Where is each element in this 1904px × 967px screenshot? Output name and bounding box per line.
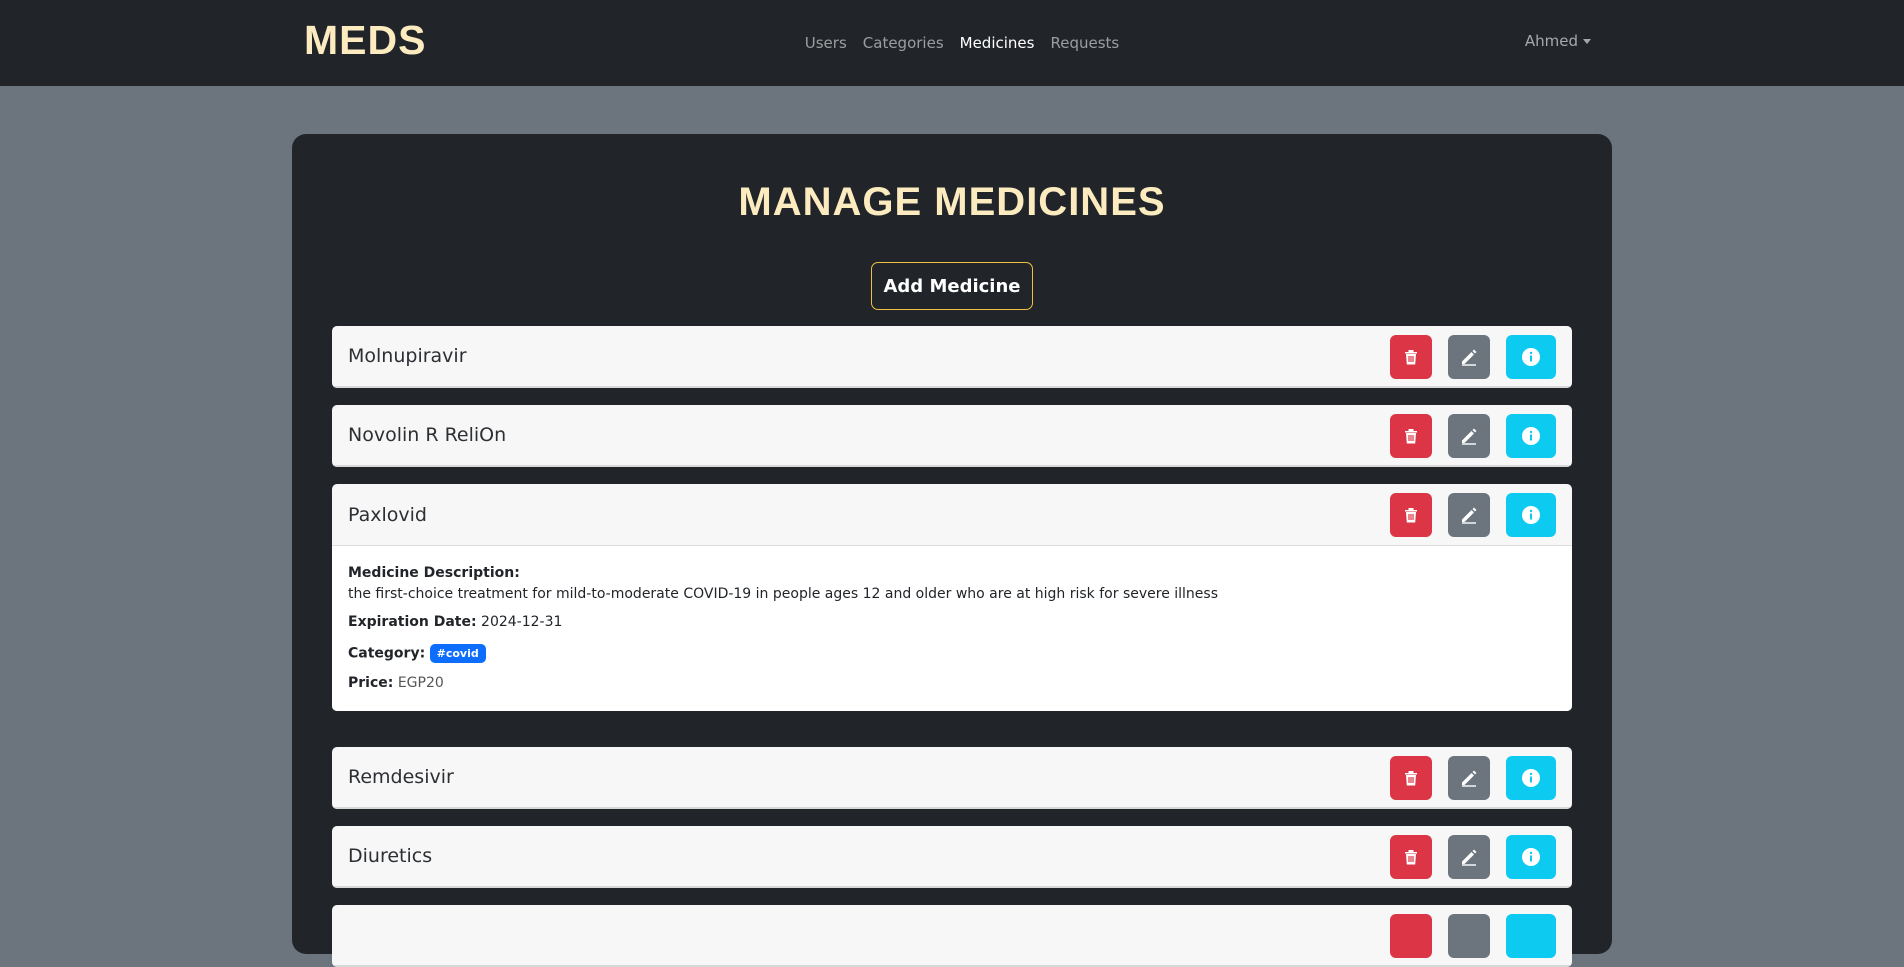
expiration-label: Expiration Date: xyxy=(348,614,477,630)
medicine-actions xyxy=(1390,835,1556,879)
medicine-header[interactable]: Diuretics xyxy=(332,826,1572,888)
description-text: the first-choice treatment for mild-to-m… xyxy=(348,586,1219,602)
edit-button[interactable] xyxy=(1448,835,1490,879)
medicine-item-expanded: Paxlovid Medicine Description: the first… xyxy=(332,484,1572,711)
medicine-item: Remdesivir xyxy=(332,747,1572,809)
description-label: Medicine Description: xyxy=(348,565,520,581)
caret-down-icon xyxy=(1583,38,1591,44)
price-row: Price: EGP20 xyxy=(348,675,1556,691)
info-icon xyxy=(1522,506,1540,524)
nav-links: Users Categories Medicines Requests xyxy=(0,0,1904,86)
medicine-name: Molnupiravir xyxy=(348,345,467,367)
pencil-icon xyxy=(1462,849,1477,866)
user-dropdown[interactable]: Ahmed xyxy=(1525,32,1591,50)
category-badge: #covid xyxy=(429,644,486,663)
delete-button[interactable] xyxy=(1390,835,1432,879)
info-icon xyxy=(1522,769,1540,787)
nav-link-requests[interactable]: Requests xyxy=(1050,34,1119,52)
info-button[interactable] xyxy=(1506,493,1556,537)
pencil-icon xyxy=(1462,770,1477,787)
delete-button[interactable] xyxy=(1390,335,1432,379)
medicine-name: Remdesivir xyxy=(348,766,454,788)
medicine-item: Molnupiravir xyxy=(332,326,1572,388)
delete-button[interactable] xyxy=(1390,756,1432,800)
medicine-actions xyxy=(1390,914,1556,958)
category-row: Category: #covid xyxy=(348,644,1556,663)
medicine-item: Diuretics xyxy=(332,826,1572,888)
category-label: Category: xyxy=(348,645,426,662)
pencil-icon xyxy=(1462,428,1477,445)
info-button[interactable] xyxy=(1506,414,1556,458)
medicine-actions xyxy=(1390,493,1556,537)
nav-link-categories[interactable]: Categories xyxy=(863,34,944,52)
info-icon xyxy=(1522,427,1540,445)
price-value: EGP20 xyxy=(397,675,444,691)
info-icon xyxy=(1522,348,1540,366)
delete-button[interactable] xyxy=(1390,493,1432,537)
edit-button[interactable] xyxy=(1448,335,1490,379)
price-label: Price: xyxy=(348,675,394,691)
medicine-name: Paxlovid xyxy=(348,503,427,526)
medicine-header[interactable]: Paxlovid xyxy=(332,484,1572,546)
delete-button[interactable] xyxy=(1390,414,1432,458)
medicine-name: Diuretics xyxy=(348,845,433,867)
edit-button[interactable] xyxy=(1448,914,1490,958)
description-row: Medicine Description: the first-choice t… xyxy=(348,565,1556,602)
expiration-value: 2024-12-31 xyxy=(481,614,563,630)
navbar: MEDS Users Categories Medicines Requests… xyxy=(0,0,1904,86)
trash-icon xyxy=(1405,771,1417,786)
medicine-actions xyxy=(1390,335,1556,379)
info-button[interactable] xyxy=(1506,756,1556,800)
edit-button[interactable] xyxy=(1448,756,1490,800)
info-button[interactable] xyxy=(1506,335,1556,379)
medicine-name: Novolin R ReliOn xyxy=(348,424,507,446)
medicine-header[interactable] xyxy=(332,905,1572,967)
info-icon xyxy=(1522,848,1540,866)
pencil-icon xyxy=(1462,507,1477,524)
add-medicine-button[interactable]: Add Medicine xyxy=(871,262,1033,310)
trash-icon xyxy=(1405,429,1417,444)
delete-button[interactable] xyxy=(1390,914,1432,958)
trash-icon xyxy=(1405,508,1417,523)
medicine-header[interactable]: Novolin R ReliOn xyxy=(332,405,1572,467)
trash-icon xyxy=(1405,350,1417,365)
medicine-actions xyxy=(1390,756,1556,800)
medicine-item: Novolin R ReliOn xyxy=(332,405,1572,467)
user-name: Ahmed xyxy=(1524,32,1578,50)
medicine-header[interactable]: Molnupiravir xyxy=(332,326,1572,388)
medicine-details: Medicine Description: the first-choice t… xyxy=(332,546,1572,711)
trash-icon xyxy=(1405,850,1417,865)
expiration-row: Expiration Date: 2024-12-31 xyxy=(348,614,1556,630)
edit-button[interactable] xyxy=(1448,493,1490,537)
page-title: MANAGE MEDICINES xyxy=(738,180,1166,224)
medicine-item xyxy=(332,905,1572,967)
nav-link-medicines[interactable]: Medicines xyxy=(960,34,1035,52)
medicine-header[interactable]: Remdesivir xyxy=(332,747,1572,809)
edit-button[interactable] xyxy=(1448,414,1490,458)
nav-link-users[interactable]: Users xyxy=(805,34,847,52)
medicine-actions xyxy=(1390,414,1556,458)
info-button[interactable] xyxy=(1506,835,1556,879)
info-button[interactable] xyxy=(1506,914,1556,958)
pencil-icon xyxy=(1462,349,1477,366)
